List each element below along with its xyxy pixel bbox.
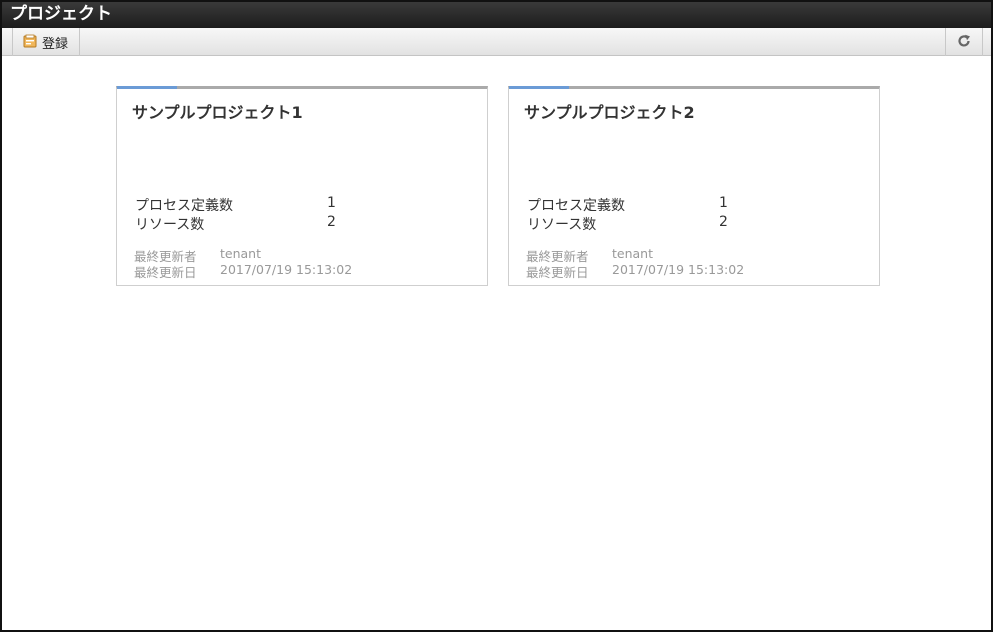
updated-label: 最終更新日 (526, 265, 589, 280)
window-title: プロジェクト (2, 2, 991, 28)
updated-value: 2017/07/19 15:13:02 (612, 262, 745, 277)
refresh-icon (957, 33, 971, 52)
process-count-value: 1 (719, 195, 728, 211)
refresh-button[interactable] (945, 28, 983, 56)
project-card[interactable]: サンプルプロジェクト2 プロセス定義数 1 リソース数 2 最終更新者 tena… (508, 86, 880, 286)
project-stats: プロセス定義数 1 リソース数 2 (527, 195, 747, 233)
toolbar: 登録 (2, 28, 991, 56)
card-accent-bar (117, 86, 177, 89)
resource-count-label: リソース数 (135, 217, 205, 233)
resource-count-label: リソース数 (527, 217, 597, 233)
updated-label: 最終更新日 (134, 265, 197, 280)
stat-row-resource: リソース数 2 (527, 214, 747, 233)
process-count-label: プロセス定義数 (135, 198, 233, 214)
register-label: 登録 (42, 36, 69, 52)
meta-row-updater: 最終更新者 tenant (134, 246, 394, 264)
card-accent-bar (509, 86, 569, 89)
project-title[interactable]: サンプルプロジェクト2 (524, 99, 695, 123)
project-stats: プロセス定義数 1 リソース数 2 (135, 195, 355, 233)
updater-value: tenant (612, 246, 653, 261)
resource-count-value: 2 (719, 214, 728, 230)
meta-row-updated: 最終更新日 2017/07/19 15:13:02 (526, 262, 786, 280)
project-title[interactable]: サンプルプロジェクト1 (132, 99, 303, 123)
stat-row-process: プロセス定義数 1 (135, 195, 355, 214)
meta-row-updater: 最終更新者 tenant (526, 246, 786, 264)
register-button[interactable]: 登録 (12, 28, 80, 56)
process-count-value: 1 (327, 195, 336, 211)
stat-row-resource: リソース数 2 (135, 214, 355, 233)
project-meta: 最終更新者 tenant 最終更新日 2017/07/19 15:13:02 (134, 246, 394, 280)
project-meta: 最終更新者 tenant 最終更新日 2017/07/19 15:13:02 (526, 246, 786, 280)
project-card[interactable]: サンプルプロジェクト1 プロセス定義数 1 リソース数 2 最終更新者 tena… (116, 86, 488, 286)
updated-value: 2017/07/19 15:13:02 (220, 262, 353, 277)
process-count-label: プロセス定義数 (527, 198, 625, 214)
register-icon (23, 33, 37, 52)
stat-row-process: プロセス定義数 1 (527, 195, 747, 214)
meta-row-updated: 最終更新日 2017/07/19 15:13:02 (134, 262, 394, 280)
resource-count-value: 2 (327, 214, 336, 230)
updater-value: tenant (220, 246, 261, 261)
project-window: プロジェクト 登録 サンプルプロジェクト1 プロセス定義数 1 リソース数 2 … (0, 0, 993, 632)
